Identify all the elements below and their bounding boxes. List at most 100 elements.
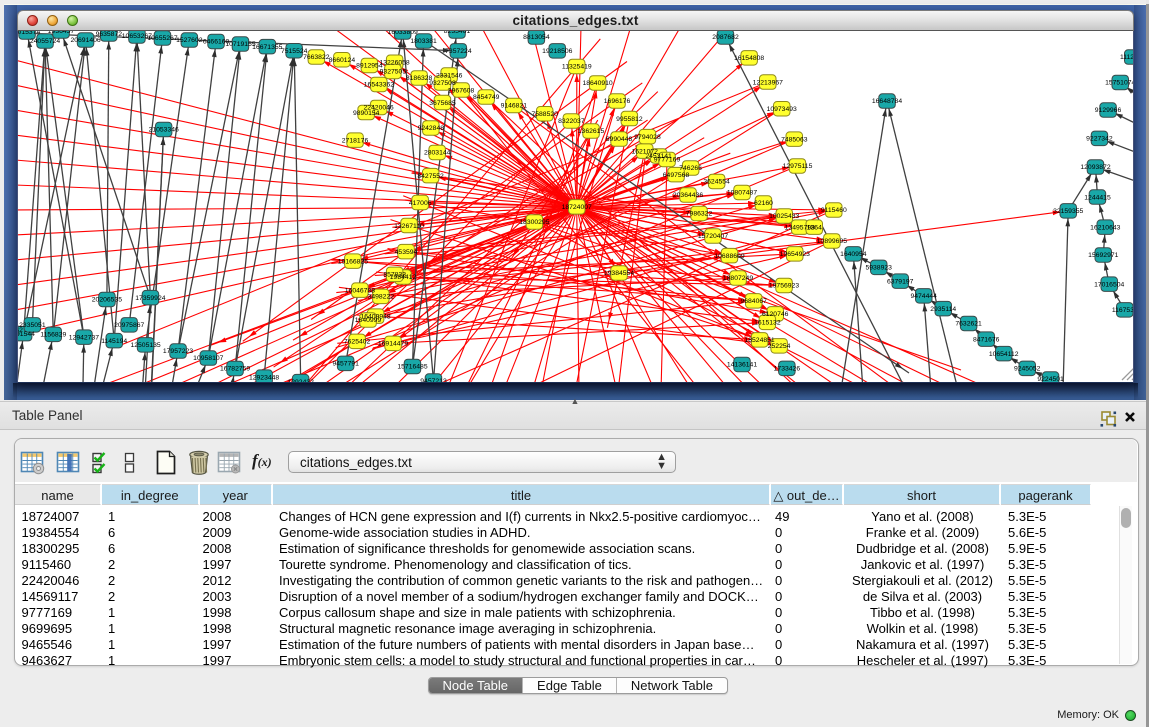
svg-text:7357224: 7357224 <box>445 48 472 55</box>
svg-text:9457213: 9457213 <box>420 378 447 382</box>
svg-text:5938923: 5938923 <box>865 265 892 272</box>
svg-text:9794028: 9794028 <box>634 134 661 141</box>
svg-text:1364: 1364 <box>807 224 822 231</box>
svg-text:7625402: 7625402 <box>344 339 371 346</box>
svg-text:8235461: 8235461 <box>444 31 471 35</box>
svg-text:8660124: 8660124 <box>329 57 356 64</box>
svg-text:15692971: 15692971 <box>1088 252 1118 259</box>
svg-text:9684067: 9684067 <box>740 298 767 305</box>
svg-text:10899695: 10899695 <box>817 238 847 245</box>
svg-text:9115460: 9115460 <box>821 207 847 214</box>
svg-text:6120746: 6120746 <box>762 311 789 318</box>
svg-text:417006: 417006 <box>409 200 432 207</box>
svg-text:17957223: 17957223 <box>163 348 193 355</box>
svg-text:2718176: 2718176 <box>342 137 369 144</box>
svg-text:6497568: 6497568 <box>663 172 690 179</box>
svg-text:19384554: 19384554 <box>604 270 634 277</box>
svg-text:2087682: 2087682 <box>712 34 739 41</box>
svg-text:1936457: 1936457 <box>48 31 75 35</box>
svg-text:7663822: 7663822 <box>303 54 330 61</box>
svg-text:3498222: 3498222 <box>368 294 395 301</box>
svg-text:12505135: 12505135 <box>130 342 160 349</box>
svg-text:9245052: 9245052 <box>1014 366 1041 373</box>
svg-text:10654112: 10654112 <box>989 351 1019 358</box>
svg-text:2015374: 2015374 <box>18 31 40 36</box>
svg-text:1733426: 1733426 <box>774 366 801 373</box>
svg-text:3188242: 3188242 <box>18 327 23 334</box>
svg-text:15720407: 15720407 <box>698 233 728 240</box>
svg-text:1527602: 1527602 <box>176 37 203 44</box>
svg-text:9327505: 9327505 <box>380 69 407 76</box>
svg-text:10688609: 10688609 <box>714 253 744 260</box>
svg-text:8471676: 8471676 <box>973 336 1000 343</box>
svg-text:3624554: 3624554 <box>703 179 730 186</box>
svg-text:9955812: 9955812 <box>616 116 643 123</box>
svg-text:12923448: 12923448 <box>249 374 279 381</box>
svg-text:18724007: 18724007 <box>562 204 592 211</box>
svg-text:8454749: 8454749 <box>473 94 500 101</box>
svg-text:453594: 453594 <box>395 249 418 256</box>
svg-text:8427552: 8427552 <box>417 173 444 180</box>
svg-text:16782759: 16782759 <box>220 366 250 373</box>
svg-text:24055724: 24055724 <box>30 38 60 45</box>
svg-text:1362615: 1362615 <box>578 128 605 135</box>
svg-text:19654923: 19654923 <box>780 251 810 258</box>
svg-text:9129966: 9129966 <box>1095 107 1122 114</box>
svg-text:7588520: 7588520 <box>531 111 558 118</box>
svg-text:21053346: 21053346 <box>149 127 179 134</box>
svg-text:252254: 252254 <box>768 343 791 350</box>
svg-text:12942737: 12942737 <box>69 334 99 341</box>
svg-text:20364436: 20364436 <box>673 192 703 199</box>
svg-text:14136141: 14136141 <box>727 362 757 369</box>
svg-text:8322037: 8322037 <box>558 118 585 125</box>
svg-text:9457791: 9457791 <box>332 361 359 368</box>
svg-text:9242848: 9242848 <box>418 125 445 132</box>
svg-text:12093872: 12093872 <box>1080 164 1110 171</box>
svg-text:10807487: 10807487 <box>727 190 757 197</box>
svg-text:20691406: 20691406 <box>70 37 100 44</box>
svg-text:1640954: 1640954 <box>840 251 867 258</box>
svg-text:10973493: 10973493 <box>767 106 797 113</box>
svg-text:9146821: 9146821 <box>501 103 528 110</box>
svg-text:19756923: 19756923 <box>769 283 799 290</box>
svg-text:16648784: 16648784 <box>872 98 902 105</box>
svg-text:10655267: 10655267 <box>147 35 177 42</box>
svg-text:8813054: 8813054 <box>523 34 550 41</box>
svg-text:1112543: 1112543 <box>1120 54 1134 61</box>
svg-text:13226058: 13226058 <box>379 60 409 67</box>
svg-text:2803144: 2803144 <box>424 150 451 157</box>
svg-text:20206535: 20206535 <box>92 297 122 304</box>
svg-text:1167533: 1167533 <box>1112 307 1134 314</box>
svg-text:16033809: 16033809 <box>388 31 418 36</box>
svg-text:1156829: 1156829 <box>40 332 66 339</box>
svg-text:1292432: 1292432 <box>287 379 314 382</box>
svg-text:1615132: 1615132 <box>754 320 781 327</box>
svg-text:1145194: 1145194 <box>101 338 127 345</box>
svg-text:16543362: 16543362 <box>364 82 394 89</box>
svg-text:7986322: 7986322 <box>686 211 713 218</box>
svg-text:9777169: 9777169 <box>654 157 681 164</box>
svg-text:9224501: 9224501 <box>1037 376 1064 382</box>
svg-text:2935114: 2935114 <box>930 306 956 313</box>
svg-text:857833: 857833 <box>383 272 406 279</box>
svg-text:7632621: 7632621 <box>955 321 982 328</box>
svg-text:9635872: 9635872 <box>96 31 123 38</box>
svg-text:15716485: 15716485 <box>397 364 427 371</box>
svg-text:2967608: 2967608 <box>448 87 475 94</box>
svg-text:17016504: 17016504 <box>1094 281 1124 288</box>
svg-text:62160: 62160 <box>754 200 773 207</box>
svg-text:13267110: 13267110 <box>394 223 424 230</box>
svg-text:19218506: 19218506 <box>542 48 572 55</box>
svg-text:12975115: 12975115 <box>783 163 813 170</box>
svg-text:10958107: 10958107 <box>193 355 223 362</box>
svg-text:10025433: 10025433 <box>769 213 799 220</box>
svg-text:18807249: 18807249 <box>723 275 753 282</box>
svg-text:12213967: 12213967 <box>753 79 783 86</box>
svg-text:1640999: 1640999 <box>355 317 382 324</box>
svg-text:18300295: 18300295 <box>519 219 549 226</box>
svg-text:19166825: 19166825 <box>338 258 368 265</box>
svg-text:6990448: 6990448 <box>606 136 633 143</box>
svg-text:9890154: 9890154 <box>353 110 380 117</box>
svg-text:32159355: 32159355 <box>1053 208 1083 215</box>
svg-text:2335051: 2335051 <box>19 322 46 329</box>
